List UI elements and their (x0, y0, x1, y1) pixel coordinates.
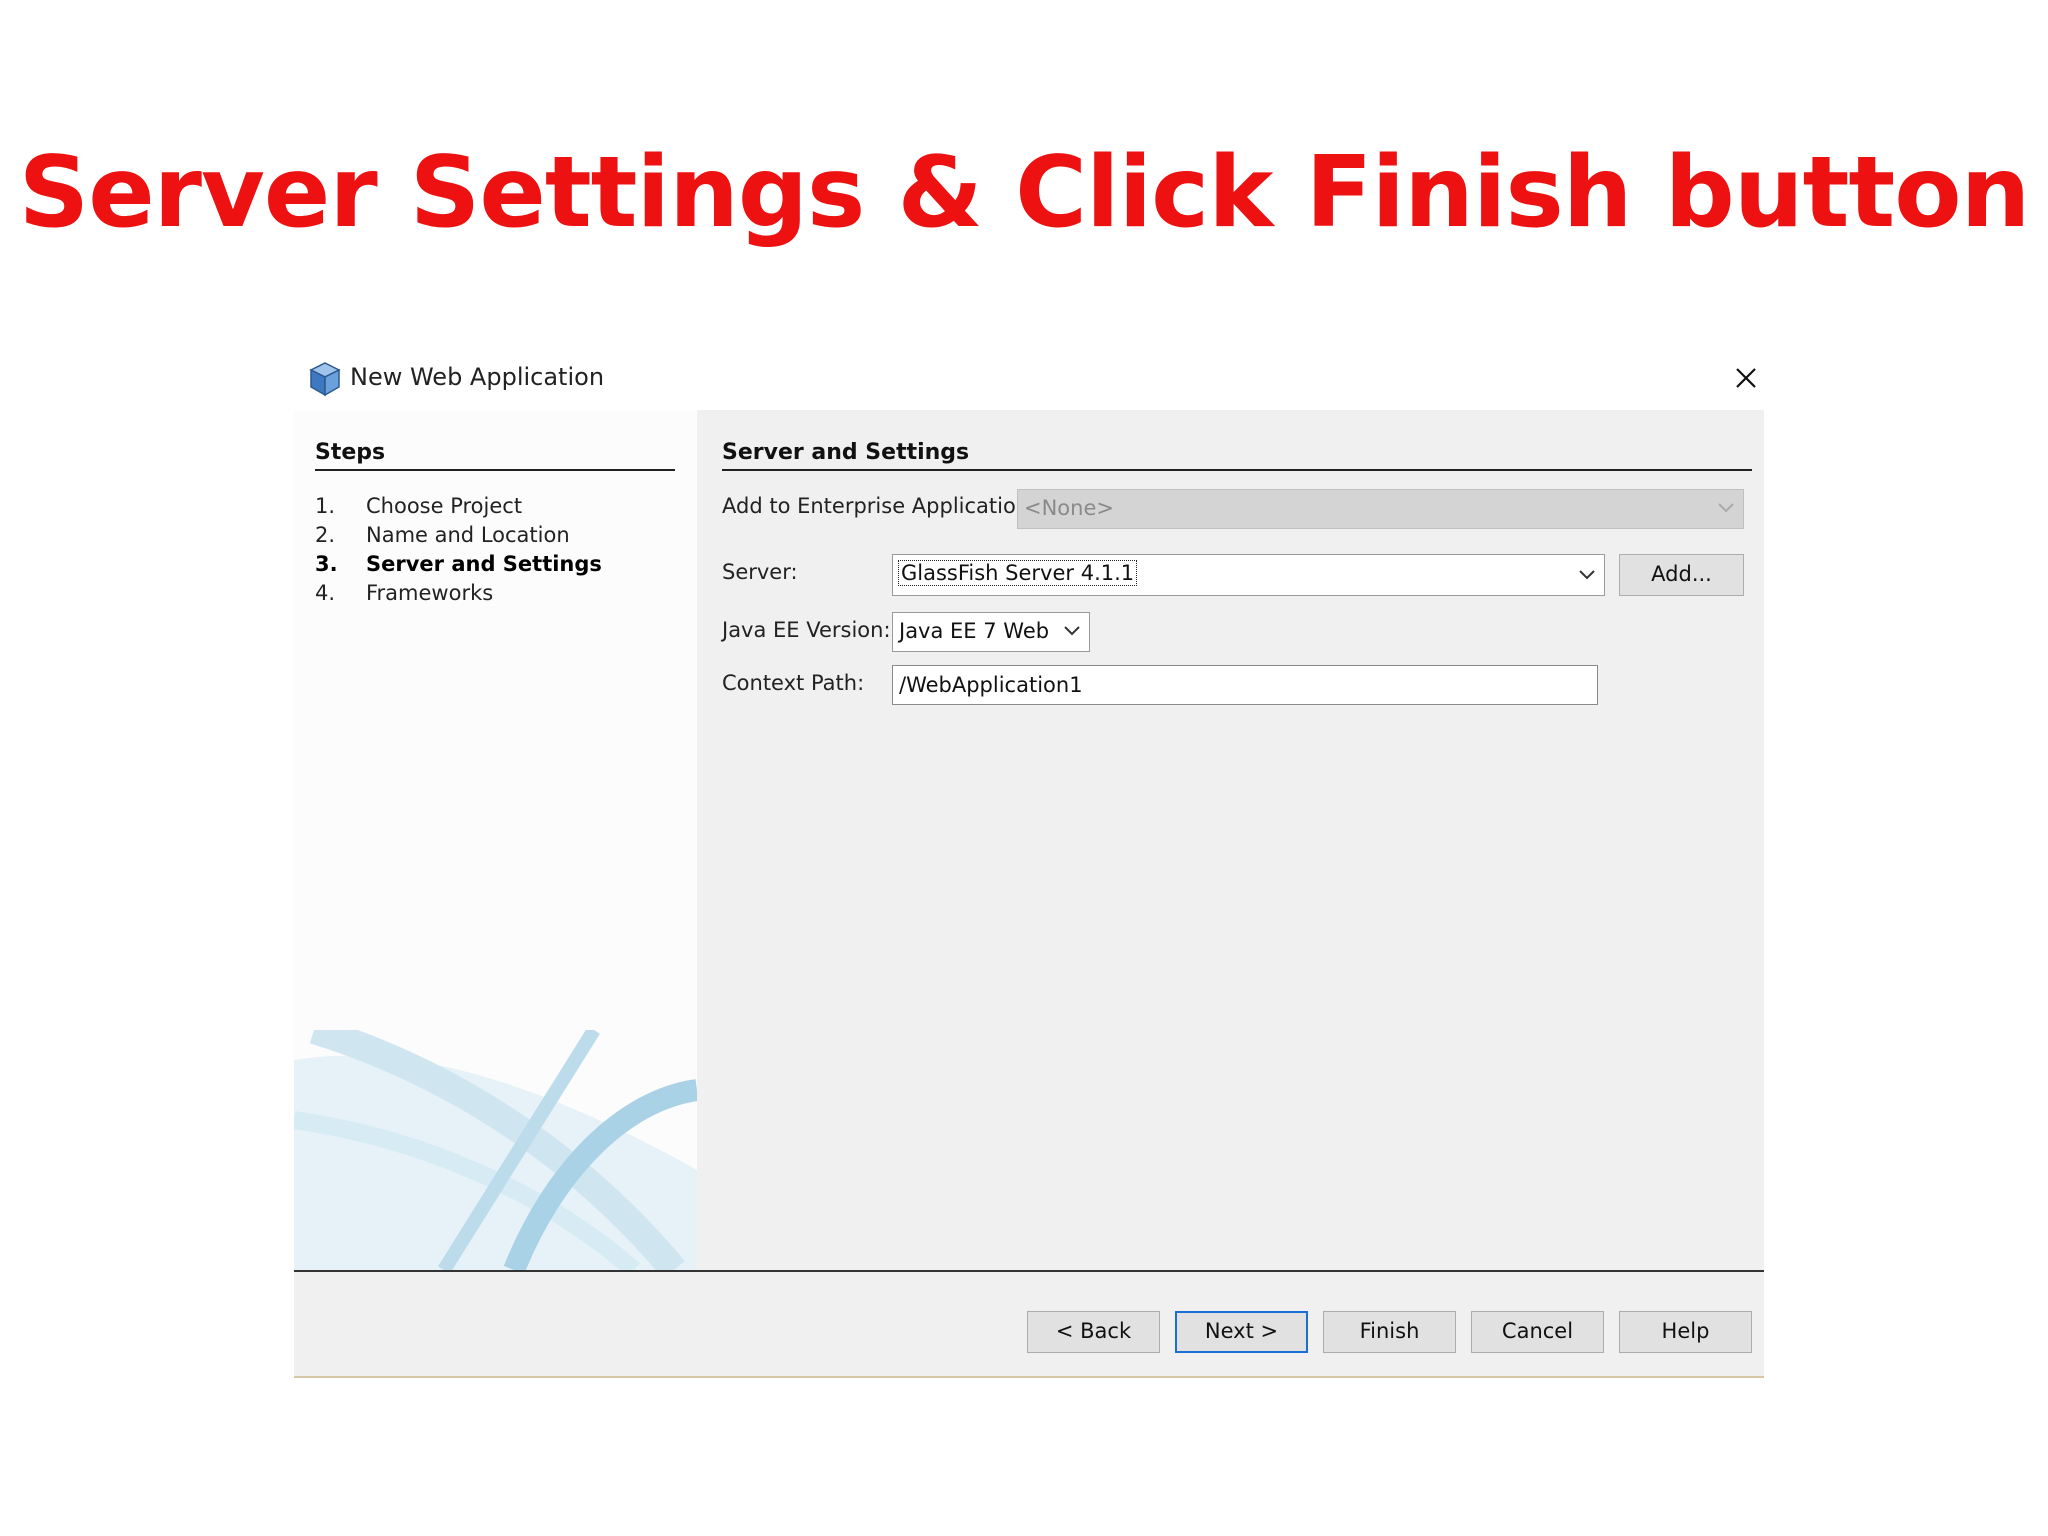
java-ee-version-value: Java EE 7 Web (899, 619, 1050, 643)
decorative-swoosh-graphic (294, 1030, 697, 1270)
step-number: 1. (315, 494, 336, 518)
step-number: 4. (315, 581, 336, 605)
finish-button[interactable]: Finish (1323, 1311, 1456, 1353)
enterprise-app-value: <None> (1024, 496, 1114, 520)
step-name-and-location: 2. Name and Location (315, 521, 602, 550)
dialog-bottom-edge (294, 1376, 1764, 1378)
java-ee-version-label: Java EE Version: (722, 618, 891, 642)
back-button[interactable]: < Back (1027, 1311, 1160, 1353)
step-number: 2. (315, 523, 336, 547)
step-frameworks: 4. Frameworks (315, 579, 602, 608)
slide-title: Server Settings & Click Finish button (18, 136, 2031, 250)
add-server-button[interactable]: Add... (1619, 554, 1744, 596)
step-label: Server and Settings (366, 552, 602, 576)
java-ee-version-dropdown[interactable]: Java EE 7 Web (892, 612, 1090, 652)
steps-pane: Steps 1. Choose Project 2. Name and Locati… (294, 410, 697, 1270)
server-value: GlassFish Server 4.1.1 (897, 560, 1138, 586)
enterprise-app-dropdown[interactable]: <None> (1017, 489, 1744, 529)
steps-list: 1. Choose Project 2. Name and Location 3. S… (315, 492, 602, 608)
steps-heading: Steps (315, 440, 675, 471)
chevron-down-icon (1718, 503, 1734, 513)
close-icon[interactable] (1728, 360, 1764, 396)
window-title: New Web Application (350, 363, 605, 391)
context-path-input[interactable] (892, 665, 1598, 705)
enterprise-app-label: Add to Enterprise Application: (722, 494, 1037, 518)
title-bar: New Web Application (294, 344, 1764, 410)
step-label: Choose Project (366, 494, 523, 518)
chevron-down-icon (1579, 570, 1595, 580)
context-path-label: Context Path: (722, 671, 865, 695)
step-number: 3. (315, 552, 338, 576)
step-label: Name and Location (366, 523, 570, 547)
button-bar: < Back Next > Finish Cancel Help (294, 1272, 1764, 1376)
step-choose-project: 1. Choose Project (315, 492, 602, 521)
server-dropdown[interactable]: GlassFish Server 4.1.1 (892, 554, 1605, 596)
cancel-button[interactable]: Cancel (1471, 1311, 1604, 1353)
server-label: Server: (722, 560, 798, 584)
chevron-down-icon (1064, 626, 1080, 636)
new-web-application-dialog: New Web Application Steps 1. Choose Proje… (294, 344, 1764, 1378)
next-button[interactable]: Next > (1175, 1311, 1308, 1353)
settings-heading: Server and Settings (722, 440, 1752, 471)
settings-pane: Server and Settings Add to Enterprise Ap… (697, 410, 1764, 1270)
step-server-and-settings: 3. Server and Settings (315, 550, 602, 579)
step-label: Frameworks (366, 581, 494, 605)
help-button[interactable]: Help (1619, 1311, 1752, 1353)
cube-icon (309, 362, 341, 397)
